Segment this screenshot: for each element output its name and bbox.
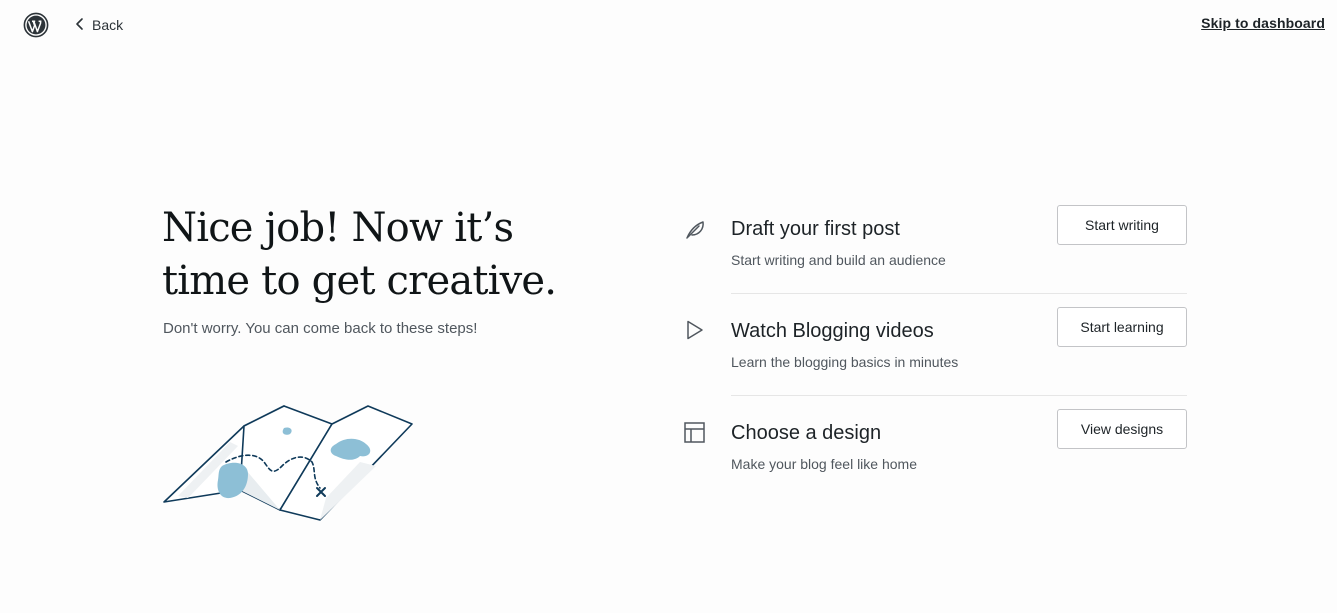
step-title: Choose a design: [731, 422, 882, 444]
step-choose-design: Choose a design Make your blog feel like…: [682, 409, 1187, 523]
back-button[interactable]: Back: [74, 14, 123, 36]
divider: [731, 293, 1187, 294]
headline-line-2: time to get creative.: [162, 258, 557, 304]
step-title: Draft your first post: [731, 218, 900, 240]
feather-icon: [682, 217, 708, 243]
divider: [731, 395, 1187, 396]
skip-to-dashboard-link[interactable]: Skip to dashboard: [1201, 15, 1325, 31]
step-draft-post: Draft your first post Start writing and …: [682, 205, 1187, 319]
step-watch-videos: Watch Blogging videos Learn the blogging…: [682, 307, 1187, 421]
chevron-left-icon: [74, 17, 86, 34]
step-description: Learn the blogging basics in minutes: [731, 354, 959, 370]
step-title: Watch Blogging videos: [731, 320, 934, 342]
layout-icon: [682, 421, 708, 447]
page-title: Nice job! Now it’s time to get creative.: [162, 202, 602, 308]
back-label: Back: [92, 17, 124, 33]
start-writing-button[interactable]: Start writing: [1057, 205, 1187, 245]
start-learning-button[interactable]: Start learning: [1057, 307, 1187, 347]
map-illustration: [160, 400, 418, 526]
view-designs-button[interactable]: View designs: [1057, 409, 1187, 449]
page-subtitle: Don't worry. You can come back to these …: [163, 320, 478, 337]
step-description: Start writing and build an audience: [731, 252, 946, 268]
play-icon: [682, 319, 708, 345]
wordpress-logo-icon[interactable]: [23, 12, 49, 38]
headline-line-1: Nice job! Now it’s: [162, 205, 514, 251]
step-description: Make your blog feel like home: [731, 456, 917, 472]
